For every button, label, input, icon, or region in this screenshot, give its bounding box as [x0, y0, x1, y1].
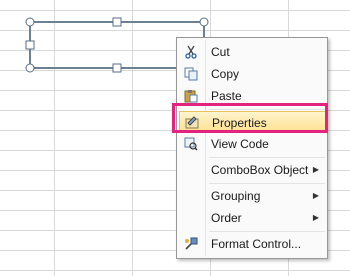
menu-item-label: Order [211, 211, 242, 225]
menu-item-label: Grouping [211, 189, 261, 203]
resize-handle [25, 40, 35, 50]
menu-separator [209, 231, 325, 232]
menu-item-copy[interactable]: Copy [179, 63, 327, 85]
context-menu: Cut Copy Paste Properties View Code Comb… [176, 37, 328, 259]
submenu-arrow-icon: ▶ [312, 165, 319, 174]
menu-item-combobox-object[interactable]: ComboBox Object ▶ [179, 159, 327, 181]
menu-item-label: ComboBox Object [211, 163, 309, 177]
properties-highlight-box [172, 103, 328, 133]
submenu-arrow-icon: ▶ [312, 213, 319, 222]
menu-item-cut[interactable]: Cut [179, 41, 327, 63]
menu-item-order[interactable]: Order ▶ [179, 207, 327, 229]
menu-item-format-control[interactable]: Format Control... [179, 233, 327, 255]
format-control-icon [179, 233, 203, 255]
resize-handle [25, 63, 35, 73]
menu-item-grouping[interactable]: Grouping ▶ [179, 185, 327, 207]
copy-icon [179, 63, 203, 85]
menu-separator [209, 157, 325, 158]
submenu-arrow-icon: ▶ [312, 191, 319, 200]
scissors-icon [179, 41, 203, 63]
menu-item-view-code[interactable]: View Code [179, 133, 327, 155]
menu-item-label: Copy [211, 67, 240, 81]
menu-item-label: Format Control... [211, 237, 302, 251]
menu-separator [209, 183, 325, 184]
view-code-icon [179, 133, 203, 155]
resize-handle [25, 17, 35, 27]
resize-handle [199, 17, 209, 27]
menu-item-label: Cut [211, 45, 230, 59]
resize-handle [112, 17, 122, 27]
menu-item-label: View Code [211, 137, 269, 151]
resize-handle [112, 63, 122, 73]
